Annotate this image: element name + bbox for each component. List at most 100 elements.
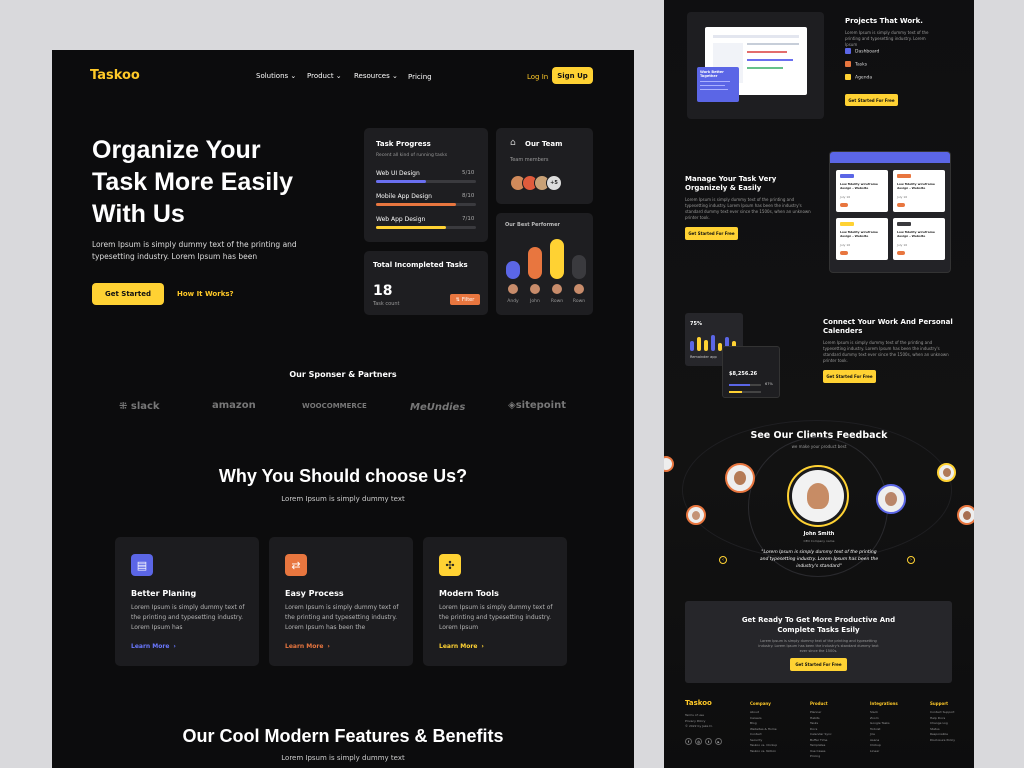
- incomplete-title: Total Incompleted Tasks: [373, 261, 468, 269]
- performer-bar: [550, 239, 564, 279]
- landing-page-right: Work Better Together Projects That Work.…: [664, 0, 974, 768]
- client-avatar[interactable]: [686, 505, 706, 525]
- task-count: 7/10: [462, 216, 475, 222]
- youtube-icon[interactable]: ▸: [715, 738, 722, 745]
- footer-brand[interactable]: Taskoo: [685, 699, 712, 707]
- feature-desc: Lorem Ipsum is simply dummy text of the …: [131, 604, 245, 631]
- client-avatar[interactable]: [664, 456, 674, 472]
- projects-item-tasks[interactable]: Tasks: [845, 61, 867, 68]
- how-it-works-link[interactable]: How It Works?: [177, 290, 234, 298]
- why-subtitle: Lorem Ipsum is simply dummy text: [281, 495, 405, 503]
- footer-link[interactable]: Pricing: [810, 754, 832, 760]
- chevron-right-icon: ›: [481, 643, 484, 650]
- performer-avatar: [551, 283, 563, 295]
- manage-cta-button[interactable]: Get Started For Free: [685, 227, 738, 240]
- task-count: 8/10: [462, 193, 475, 199]
- kanban-preview: Low fidelity wireframe design - Website J…: [829, 151, 951, 273]
- calendar-desc: Lorem Ipsum is simply dummy text of the …: [823, 340, 949, 363]
- next-arrow-icon[interactable]: ›: [907, 556, 915, 564]
- work-better-badge: Work Better Together: [697, 67, 739, 102]
- kanban-tag: [897, 222, 911, 226]
- task-progress-bar: [376, 203, 476, 206]
- avatar: [840, 251, 848, 255]
- task-progress-bar: [376, 226, 476, 229]
- calendar-cta-button[interactable]: Get Started For Free: [823, 370, 876, 383]
- client-avatar[interactable]: [957, 505, 974, 525]
- kanban-tag: [840, 174, 854, 178]
- cta-box-desc: Lorem Ipsum is simply dummy text of the …: [758, 639, 879, 653]
- learn-more-link[interactable]: Learn More ›: [285, 643, 330, 650]
- footer-column-title: Integrations: [870, 701, 898, 706]
- kanban-date: July 16: [897, 195, 908, 199]
- cta-box: Get Ready To Get More Productive And Com…: [685, 601, 952, 683]
- feature-title: Better Planing: [131, 589, 197, 598]
- task-progress-bar: [376, 180, 476, 183]
- feature-title: Easy Process: [285, 589, 344, 598]
- prev-arrow-icon[interactable]: ‹: [719, 556, 727, 564]
- slack-icon: ⁜: [119, 401, 128, 412]
- footer-column-title: Product: [810, 701, 828, 706]
- kanban-card[interactable]: Low fidelity wireframe design - Website J…: [893, 170, 945, 212]
- woocommerce-logo: WOOCOMMERCE: [302, 402, 367, 410]
- facebook-icon[interactable]: f: [685, 738, 692, 745]
- footer-column-title: Support: [930, 701, 949, 706]
- process-icon: ⇄: [285, 554, 307, 576]
- client-avatar[interactable]: [876, 484, 906, 514]
- get-started-button[interactable]: Get Started: [92, 283, 164, 305]
- twitter-icon[interactable]: t: [705, 738, 712, 745]
- brand-logo[interactable]: Taskoo: [90, 68, 140, 83]
- task-progress-card: Task Progress Recent all kind of running…: [364, 128, 488, 242]
- planning-icon: ▤: [131, 554, 153, 576]
- feature-title: Modern Tools: [439, 589, 499, 598]
- remainder-label: Remainder app: [690, 355, 717, 359]
- client-avatar[interactable]: [725, 463, 755, 493]
- client-quote: "Lorem Ipsum is simply dummy text of the…: [759, 550, 879, 569]
- nav-solutions[interactable]: Solutions ⌄: [256, 72, 296, 80]
- learn-more-link[interactable]: Learn More ›: [439, 643, 484, 650]
- login-link[interactable]: Log In: [527, 73, 548, 81]
- footer-link[interactable]: Linear: [870, 749, 898, 755]
- nav-pricing[interactable]: Pricing: [408, 73, 432, 81]
- task-progress-title: Task Progress: [376, 140, 431, 148]
- footer-link[interactable]: Taskoo vs. Clickup: [750, 743, 777, 749]
- performer-avatar: [573, 283, 585, 295]
- footer-links: Terms of use Privacy Policy © 2022 by Ja…: [685, 713, 713, 730]
- slack-logo: ⁜ slack: [119, 401, 160, 412]
- signup-button[interactable]: Sign Up: [552, 67, 593, 84]
- kanban-tag: [840, 222, 854, 226]
- calendar-title: Connect Your Work And Personal Calenders: [823, 318, 953, 335]
- performer-name: Rown: [550, 299, 564, 304]
- instagram-icon[interactable]: ◎: [695, 738, 702, 745]
- task-progress-fill: [376, 203, 456, 206]
- footer-link[interactable]: Disclosure Policy: [930, 738, 955, 744]
- projects-item-dashboard[interactable]: Dashboard: [845, 48, 879, 55]
- projects-item-agenda[interactable]: Agenda: [845, 74, 872, 81]
- performer-name: Rown: [572, 299, 586, 304]
- feature-card: ⇄ Easy Process Lorem Ipsum is simply dummy…: [269, 537, 413, 666]
- cta-box-button[interactable]: Get Started For Free: [790, 658, 847, 671]
- performer-avatar: [507, 283, 519, 295]
- footer-column: Company About Careers Blog Websites & Home Co…: [750, 701, 777, 754]
- avatar: [840, 203, 848, 207]
- learn-more-link[interactable]: Learn More ›: [131, 643, 176, 650]
- client-avatar[interactable]: [937, 463, 956, 482]
- footer-copyright: © 2022 by Jake D.: [685, 724, 713, 728]
- meundies-logo: MeUndies: [410, 402, 466, 413]
- team-more-badge[interactable]: +5: [546, 175, 562, 191]
- kanban-card[interactable]: Low fidelity wireframe design - Website J…: [836, 218, 888, 260]
- footer-link[interactable]: Taskoo vs. Notion: [750, 749, 777, 755]
- client-name: John Smith: [803, 531, 835, 537]
- kanban-card[interactable]: Low fidelity wireframe design - Website J…: [893, 218, 945, 260]
- calendar-bar: [704, 340, 708, 351]
- task-progress-fill: [376, 226, 446, 229]
- performer-bar: [506, 261, 520, 279]
- kanban-card[interactable]: Low fidelity wireframe design - Website J…: [836, 170, 888, 212]
- projects-cta-button[interactable]: Get Started For Free: [845, 94, 898, 106]
- footer-link[interactable]: Contact Support: [930, 710, 955, 716]
- footer-link[interactable]: Calendar Sync: [810, 732, 832, 738]
- nav-product[interactable]: Product ⌄: [307, 72, 342, 80]
- kanban-date: July 16: [840, 243, 851, 247]
- filter-button[interactable]: ⇅ Filter: [450, 294, 480, 305]
- nav-resources[interactable]: Resources ⌄: [354, 72, 398, 80]
- agenda-icon: [845, 74, 851, 80]
